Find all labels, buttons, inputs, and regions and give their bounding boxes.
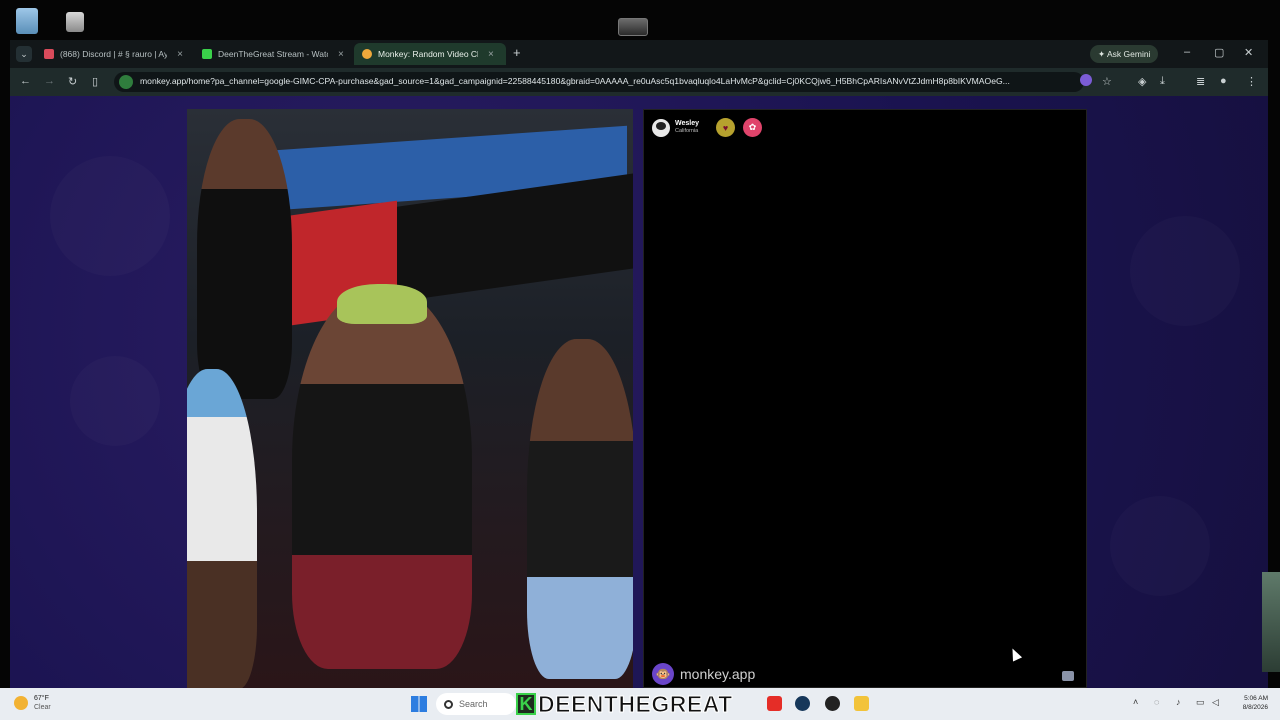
weather-condition: Clear bbox=[34, 704, 51, 711]
video-person bbox=[187, 369, 257, 688]
background-decoration bbox=[70, 356, 160, 446]
desktop-shortcut-icon[interactable] bbox=[66, 12, 84, 32]
address-bar[interactable]: monkey.app/home?pa_channel=google-GIMC-C… bbox=[114, 72, 1084, 92]
monkey-logo-icon: 🐵 bbox=[652, 663, 674, 685]
extension-icon[interactable] bbox=[1080, 74, 1092, 86]
fullscreen-icon[interactable] bbox=[1062, 671, 1074, 681]
watermark-text: monkey.app bbox=[680, 666, 756, 682]
browser-toolbar: ← → ↻ ▯ monkey.app/home?pa_channel=googl… bbox=[10, 68, 1268, 96]
kick-logo-icon: K bbox=[516, 693, 536, 715]
close-icon[interactable]: × bbox=[488, 49, 494, 60]
minimize-icon[interactable]: – bbox=[1184, 46, 1190, 58]
kick-favicon-icon bbox=[202, 49, 212, 59]
tab-bar: ⌄ (868) Discord | # § rauro | Ay... × De… bbox=[10, 40, 1268, 68]
ask-gemini-button[interactable]: ✦ Ask Gemini bbox=[1090, 45, 1159, 63]
recycle-bin-icon[interactable] bbox=[16, 8, 38, 34]
remote-video-feed: Wesley California ♥ ✿ 🐵 monkey.app bbox=[643, 109, 1087, 688]
video-detail bbox=[337, 284, 427, 324]
windows-start-icon[interactable] bbox=[411, 696, 427, 712]
display-icon[interactable]: ▭ bbox=[1196, 697, 1205, 708]
system-clock[interactable]: 5:06 AM 8/8/2026 bbox=[1228, 694, 1268, 712]
side-panel-icon[interactable]: ▯ bbox=[92, 75, 98, 88]
peer-name: Wesley bbox=[675, 120, 699, 127]
maximize-icon[interactable]: ▢ bbox=[1214, 46, 1224, 59]
peer-avatar[interactable] bbox=[652, 118, 670, 137]
close-icon[interactable]: × bbox=[177, 49, 183, 60]
menu-icon[interactable]: ⋮ bbox=[1246, 75, 1257, 88]
close-icon[interactable]: × bbox=[338, 49, 344, 60]
tab-search-button[interactable]: ⌄ bbox=[16, 46, 32, 62]
taskbar-search[interactable]: Search bbox=[436, 693, 516, 715]
microphone-icon[interactable]: ♪ bbox=[1176, 697, 1181, 707]
weather-widget[interactable]: 67°F Clear bbox=[14, 694, 51, 712]
volume-icon[interactable]: ◁ bbox=[1212, 697, 1219, 708]
bookmark-star-icon[interactable]: ☆ bbox=[1102, 75, 1112, 88]
tab-label: DeenTheGreat Stream - Watch... bbox=[218, 49, 328, 59]
media-icon[interactable]: ≣ bbox=[1196, 75, 1205, 88]
moon-weather-icon bbox=[14, 696, 28, 710]
recorder-icon[interactable] bbox=[825, 696, 840, 711]
url-text[interactable]: monkey.app/home?pa_channel=google-GIMC-C… bbox=[140, 76, 1070, 86]
network-icon[interactable]: ◌ bbox=[1154, 697, 1159, 707]
chevron-up-icon[interactable]: ˄ bbox=[1133, 697, 1138, 707]
extensions-puzzle-icon[interactable]: ◈ bbox=[1138, 75, 1146, 88]
monkey-watermark: 🐵 monkey.app bbox=[652, 663, 755, 685]
file-explorer-icon[interactable] bbox=[854, 696, 869, 711]
desktop: ⌄ (868) Discord | # § rauro | Ay... × De… bbox=[0, 0, 1280, 720]
background-decoration bbox=[1110, 496, 1210, 596]
background-decoration bbox=[50, 156, 170, 276]
tab-monkey[interactable]: Monkey: Random Video Ch... × bbox=[354, 43, 506, 65]
video-person bbox=[197, 119, 292, 399]
streamer-brand-overlay: K DEENTHEGREAT bbox=[516, 690, 733, 717]
tab-label: (868) Discord | # § rauro | Ay... bbox=[60, 49, 168, 59]
steam-icon[interactable] bbox=[795, 696, 810, 711]
youtube-icon[interactable] bbox=[767, 696, 782, 711]
reload-icon[interactable]: ↻ bbox=[68, 75, 77, 88]
forward-icon[interactable]: → bbox=[44, 75, 55, 87]
clock-date: 8/8/2026 bbox=[1242, 704, 1268, 711]
peer-info: Wesley California ♥ ✿ bbox=[652, 118, 762, 137]
back-icon[interactable]: ← bbox=[20, 75, 31, 87]
peer-location: California bbox=[675, 128, 699, 134]
tab-deenthegreat-stream[interactable]: DeenTheGreat Stream - Watch... × bbox=[194, 43, 352, 65]
profile-icon[interactable]: ● bbox=[1220, 75, 1227, 87]
discord-favicon-icon bbox=[44, 49, 54, 59]
desktop-thumbnail-icon[interactable] bbox=[618, 18, 648, 36]
tab-discord[interactable]: (868) Discord | # § rauro | Ay... × bbox=[36, 43, 191, 65]
page-viewport: Wesley California ♥ ✿ 🐵 monkey.app bbox=[10, 96, 1268, 688]
site-info-icon[interactable] bbox=[119, 75, 133, 89]
temperature: 67°F bbox=[34, 695, 49, 702]
video-person bbox=[292, 289, 472, 669]
new-tab-button[interactable]: + bbox=[513, 45, 521, 60]
gift-badge-icon[interactable]: ✿ bbox=[743, 118, 762, 137]
tab-label: Monkey: Random Video Ch... bbox=[378, 49, 478, 59]
video-person bbox=[527, 339, 633, 679]
heart-badge-icon[interactable]: ♥ bbox=[716, 118, 735, 137]
search-placeholder: Search bbox=[459, 699, 488, 709]
close-window-icon[interactable]: ✕ bbox=[1244, 46, 1253, 59]
browser-window: ⌄ (868) Discord | # § rauro | Ay... × De… bbox=[10, 40, 1268, 688]
background-window-edge bbox=[1262, 572, 1280, 672]
search-icon bbox=[444, 699, 453, 709]
streamer-name: DEENTHEGREAT bbox=[538, 690, 733, 717]
ask-gemini-label: Ask Gemini bbox=[1107, 49, 1151, 59]
monkey-favicon-icon bbox=[362, 49, 372, 59]
clock-time: 5:06 AM bbox=[1244, 695, 1268, 702]
downloads-icon[interactable]: ⤓ bbox=[1160, 75, 1165, 88]
local-video-feed bbox=[187, 109, 633, 688]
background-decoration bbox=[1130, 216, 1240, 326]
